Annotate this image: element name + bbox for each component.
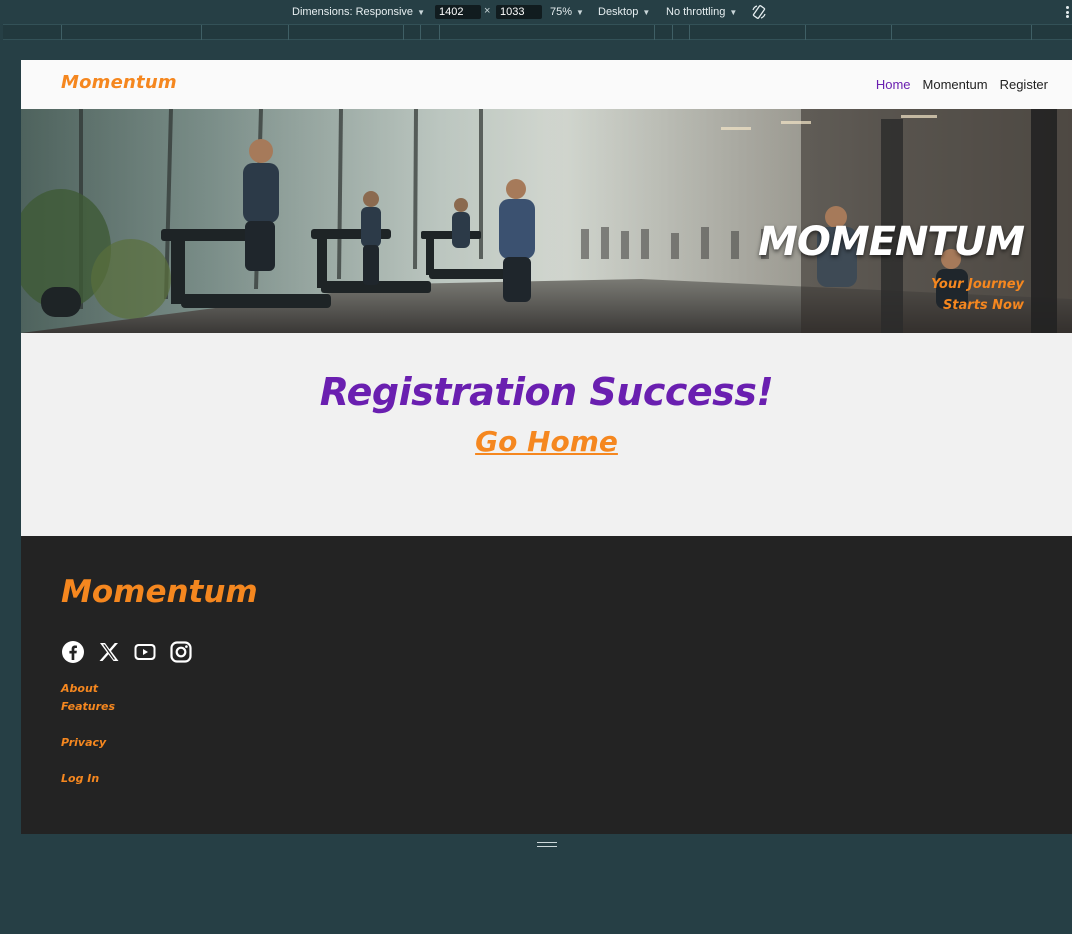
more-options-icon[interactable] [1066,6,1072,18]
youtube-icon[interactable] [133,640,157,664]
chevron-down-icon: ▼ [729,7,738,17]
rotate-icon[interactable] [751,4,767,20]
x-icon[interactable] [97,640,121,664]
navbar: Momentum Home Momentum Register [21,60,1072,109]
footer-brand: Momentum [61,574,258,610]
footer-link-privacy[interactable]: Privacy [61,736,106,749]
resize-handle-icon[interactable] [537,842,557,847]
go-home-container: Go Home [21,425,1072,458]
footer-link-login[interactable]: Log In [61,772,99,785]
hero-subtitle: Your Journey Starts Now [931,274,1024,316]
nav-links: Home Momentum Register [876,77,1048,92]
devtools-left-edge [0,24,3,934]
chevron-down-icon: ▼ [417,7,425,17]
chevron-down-icon: ▼ [642,7,651,17]
go-home-link[interactable]: Go Home [475,425,618,458]
height-input[interactable]: 1033 [496,5,542,19]
width-input[interactable]: 1402 [435,5,481,19]
throttling-dropdown[interactable]: No throttling ▼ [666,0,737,24]
instagram-icon[interactable] [169,640,193,664]
footer-link-features[interactable]: Features [61,700,115,713]
device-type-dropdown[interactable]: Desktop ▼ [598,0,650,24]
page-viewport: Momentum Home Momentum Register MOMENTUM… [21,60,1072,834]
zoom-dropdown[interactable]: 75% ▼ [550,0,584,24]
device-ruler [3,24,1072,40]
dimensions-label: Dimensions: Responsive [292,6,414,18]
hero-subtitle-line2: Starts Now [942,298,1024,313]
times-symbol: × [484,5,491,17]
hero-banner: MOMENTUM Your Journey Starts Now [21,109,1072,333]
dimensions-dropdown[interactable]: Dimensions: Responsive ▼ [292,0,425,24]
throttling-label: No throttling [666,6,726,18]
nav-link-momentum[interactable]: Momentum [923,77,988,92]
footer: Momentum About Features Privacy Log In [21,536,1072,834]
nav-link-home[interactable]: Home [876,77,911,92]
zoom-label: 75% [550,6,573,18]
hero-subtitle-line1: Your Journey [931,277,1024,292]
facebook-icon[interactable] [61,640,85,664]
navbar-brand[interactable]: Momentum [61,72,177,93]
chevron-down-icon: ▼ [576,7,584,17]
registration-success-heading: Registration Success! [319,370,774,414]
nav-link-register[interactable]: Register [1000,77,1048,92]
hero-title: MOMENTUM [758,219,1025,265]
social-icons [61,640,193,664]
device-type-label: Desktop [598,6,639,18]
footer-link-about[interactable]: About [61,682,98,695]
devtools-toolbar: Dimensions: Responsive ▼ 1402 × 1033 75% ▼… [0,0,1072,24]
